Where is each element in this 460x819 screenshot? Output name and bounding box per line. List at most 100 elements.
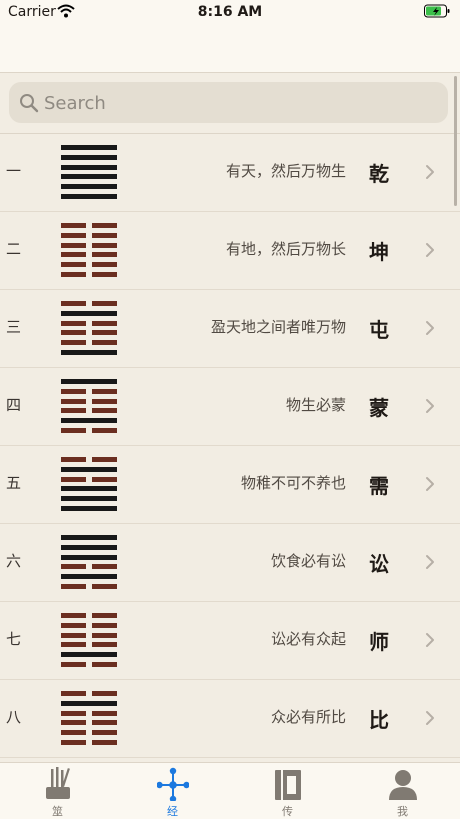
tab-profile[interactable]: 我 <box>345 763 460 819</box>
hexagram-title: 讼 <box>369 552 389 576</box>
person-icon <box>389 770 417 800</box>
yin-line <box>61 740 117 745</box>
chevron-right-icon <box>426 633 434 647</box>
yin-line <box>61 428 117 433</box>
yang-line <box>61 700 117 706</box>
hexagram-row[interactable]: 四 物生必蒙 蒙 <box>0 368 460 446</box>
tab-commentary[interactable]: 传 <box>230 763 345 819</box>
hexagram-row[interactable]: 八 众必有所比 比 <box>0 680 460 758</box>
tab-label-commentary: 传 <box>282 805 293 818</box>
hexagram-number: 三 <box>6 318 22 336</box>
chevron-right-icon <box>426 477 434 491</box>
book-spine-icon <box>275 770 301 800</box>
hexagram-row[interactable]: 二 有地，然后万物长 坤 <box>0 212 460 290</box>
navigation-header <box>0 24 460 73</box>
search-field[interactable] <box>9 82 448 125</box>
yin-line <box>61 710 117 716</box>
yang-line <box>61 554 117 560</box>
yin-line <box>61 457 117 462</box>
search-bar <box>0 73 460 134</box>
tab-classic[interactable]: 经 <box>115 763 230 819</box>
tab-divination[interactable]: 筮 <box>0 763 115 819</box>
yin-line <box>61 232 117 238</box>
hexagram-row[interactable]: 五 物稚不可不养也 需 <box>0 446 460 524</box>
yin-line <box>61 301 117 306</box>
yin-line <box>61 632 117 638</box>
hexagram-row[interactable]: 三 盈天地之间者唯万物 屯 <box>0 290 460 368</box>
yin-line <box>61 340 117 346</box>
yang-line <box>61 496 117 502</box>
yang-line <box>61 145 117 150</box>
yang-line <box>61 154 117 160</box>
tab-label-classic: 经 <box>167 805 178 818</box>
yin-line <box>61 613 117 618</box>
yin-line <box>61 388 117 394</box>
scroll-indicator[interactable] <box>454 76 457 206</box>
hexagram-subtitle: 有天，然后万物生 <box>225 162 346 180</box>
hexagram-title: 师 <box>369 630 389 654</box>
hexagram-subtitle: 盈天地之间者唯万物 <box>210 318 346 336</box>
yin-line <box>61 262 117 268</box>
yin-line <box>61 730 117 736</box>
hexagram-subtitle: 物生必蒙 <box>285 396 346 414</box>
hexagram-number: 八 <box>6 708 22 726</box>
chevron-right-icon <box>426 243 434 257</box>
hexagram-number: 四 <box>6 396 22 414</box>
yang-line <box>61 574 117 580</box>
yin-line <box>61 408 117 414</box>
hexagram-list: 一 有天，然后万物生 乾二 有地，然后万物长 坤三 盈天地之间者唯万物 屯四 物生必蒙 蒙五 物稚… <box>0 134 460 762</box>
yang-line <box>61 418 117 424</box>
hexagram-symbol <box>61 691 117 745</box>
yang-line <box>61 544 117 550</box>
hexagram-subtitle: 众必有所比 <box>270 708 346 726</box>
chevron-right-icon <box>426 321 434 335</box>
hexagram-subtitle: 饮食必有讼 <box>270 552 346 570</box>
yin-line <box>61 272 117 277</box>
yang-line <box>61 379 117 384</box>
yang-line <box>61 506 117 511</box>
yin-line <box>61 720 117 726</box>
yin-line <box>61 642 117 648</box>
hexagram-symbol <box>61 535 117 589</box>
hexagram-title: 比 <box>369 708 389 732</box>
hexagram-row[interactable]: 一 有天，然后万物生 乾 <box>0 134 460 212</box>
yin-line <box>61 662 117 667</box>
yin-line <box>61 330 117 336</box>
yang-line <box>61 310 117 316</box>
yang-line <box>61 535 117 540</box>
tab-label-profile: 我 <box>397 805 408 818</box>
yin-line <box>61 584 117 589</box>
hexagram-symbol <box>61 613 117 667</box>
hexagram-subtitle: 讼必有众起 <box>270 630 346 648</box>
hexagram-symbol <box>61 301 117 355</box>
hexagram-title: 屯 <box>369 318 389 342</box>
yang-line <box>61 194 117 199</box>
hexagram-row[interactable]: 六 饮食必有讼 讼 <box>0 524 460 602</box>
yang-line <box>61 466 117 472</box>
tab-label-divination: 筮 <box>52 805 63 818</box>
yin-line <box>61 691 117 696</box>
hexagram-subtitle: 有地，然后万物长 <box>225 240 346 258</box>
battery-charging-icon <box>424 4 450 18</box>
chevron-right-icon <box>426 555 434 569</box>
hexagram-subtitle: 物稚不可不养也 <box>240 474 346 492</box>
hexagram-number: 二 <box>6 240 22 258</box>
yang-line <box>61 174 117 180</box>
yin-line <box>61 242 117 248</box>
hexagram-symbol <box>61 457 117 511</box>
search-input[interactable] <box>42 82 436 125</box>
yang-line <box>61 164 117 170</box>
yang-line <box>61 652 117 658</box>
chevron-right-icon <box>426 399 434 413</box>
yin-line <box>61 622 117 628</box>
chevron-right-icon <box>426 711 434 725</box>
chevron-right-icon <box>426 165 434 179</box>
hexagram-title: 需 <box>369 474 389 498</box>
yin-line <box>61 223 117 228</box>
hexagram-row[interactable]: 七 讼必有众起 师 <box>0 602 460 680</box>
hexagram-number: 五 <box>6 474 22 492</box>
clock: 8:16 AM <box>197 4 263 20</box>
yin-line <box>61 252 117 258</box>
yin-line <box>61 320 117 326</box>
search-icon <box>20 94 39 113</box>
